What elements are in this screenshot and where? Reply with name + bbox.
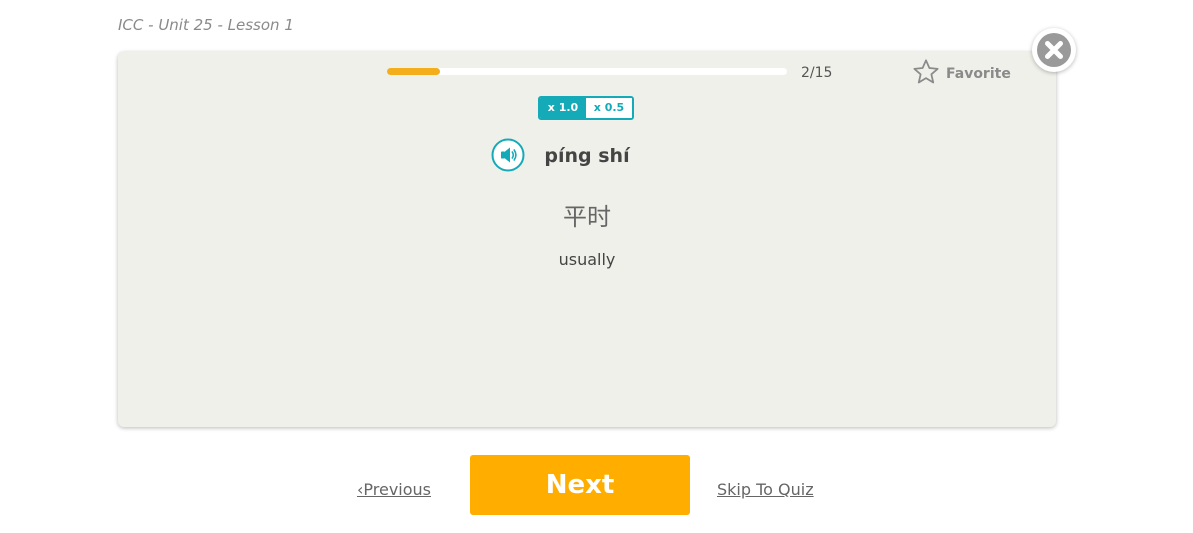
favorite-button[interactable]: Favorite xyxy=(912,58,1011,90)
skip-to-quiz-link[interactable]: Skip To Quiz xyxy=(717,480,814,499)
pinyin-text: píng shí xyxy=(544,145,630,167)
close-button[interactable] xyxy=(1032,28,1076,72)
next-button[interactable]: Next xyxy=(470,455,690,515)
close-icon xyxy=(1037,33,1071,67)
progress-bar xyxy=(387,68,787,75)
lesson-page: ICC - Unit 25 - Lesson 1 2/15 Favorite x… xyxy=(0,0,1193,533)
previous-link[interactable]: ‹Previous xyxy=(357,480,431,499)
progress-count: 2/15 xyxy=(801,65,833,81)
speed-1x-button[interactable]: x 1.0 xyxy=(540,98,586,118)
breadcrumb: ICC - Unit 25 - Lesson 1 xyxy=(118,16,294,34)
meaning-text: usually xyxy=(558,250,616,269)
star-outline-icon xyxy=(912,58,940,90)
flashcard: 2/15 Favorite x 1.0 x 0.5 píng shí 平时 us… xyxy=(118,52,1056,427)
hanzi-text: 平时 xyxy=(563,203,611,231)
progress-bar-fill xyxy=(387,68,441,75)
playback-speed-toggle: x 1.0 x 0.5 xyxy=(538,96,634,120)
favorite-label: Favorite xyxy=(946,66,1011,82)
speed-0-5x-button[interactable]: x 0.5 xyxy=(586,98,632,118)
